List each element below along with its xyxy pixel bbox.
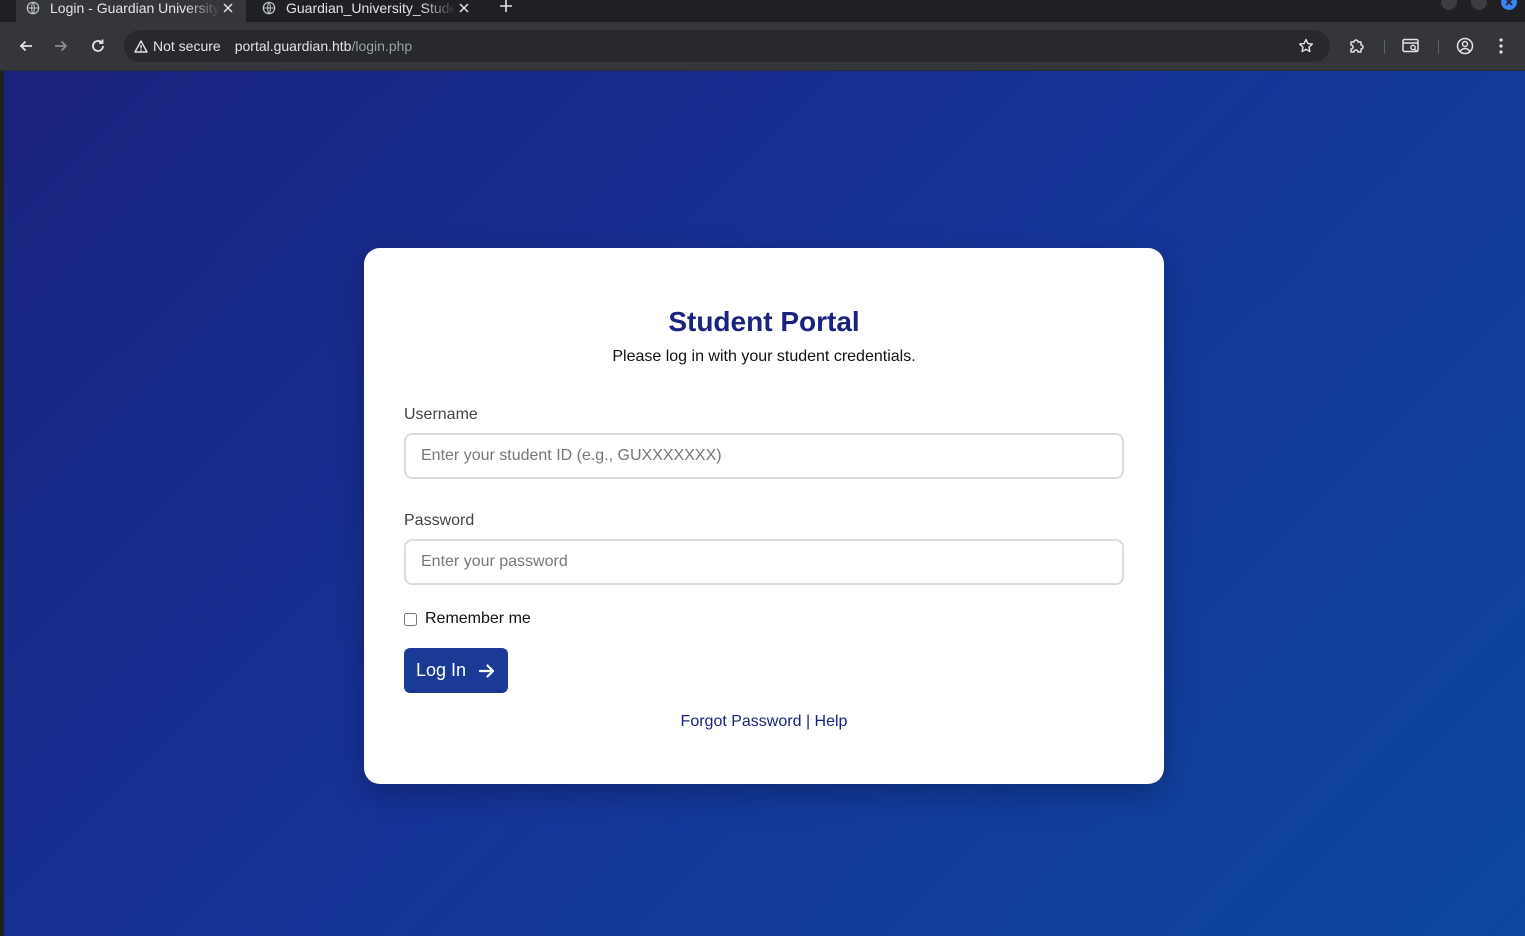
minimize-button[interactable] — [1441, 0, 1457, 10]
url-host: portal.guardian.htb — [234, 38, 352, 54]
window-close-button[interactable] — [1501, 0, 1517, 10]
tab-search-button[interactable] — [1399, 34, 1423, 58]
globe-icon — [262, 1, 276, 15]
arrow-right-icon — [55, 40, 68, 52]
remember-me-row: Remember me — [404, 610, 1124, 628]
tab-strip: Login - Guardian University Guardian_Uni… — [0, 0, 1525, 22]
page-background: Student Portal Please log in with your s… — [4, 71, 1525, 936]
tab-title: Login - Guardian University — [50, 0, 220, 16]
username-label: Username — [404, 406, 478, 423]
globe-icon — [26, 1, 40, 15]
new-tab-button[interactable] — [496, 0, 516, 16]
more-vertical-icon — [1499, 38, 1503, 54]
username-input[interactable] — [404, 433, 1124, 479]
help-link[interactable]: Help — [815, 713, 848, 730]
tab-login[interactable]: Login - Guardian University — [16, 0, 246, 22]
profile-button[interactable] — [1453, 34, 1477, 58]
login-button-label: Log In — [416, 660, 467, 680]
plus-icon — [500, 0, 512, 12]
back-button[interactable] — [14, 34, 38, 58]
tab-student-file[interactable]: Guardian_University_Student — [252, 0, 482, 22]
star-icon — [1299, 38, 1313, 53]
puzzle-icon — [1350, 39, 1364, 53]
remember-me-checkbox[interactable] — [404, 612, 417, 626]
extensions-button[interactable] — [1345, 34, 1369, 58]
reload-button[interactable] — [86, 34, 110, 58]
bookmark-star-button[interactable] — [1294, 34, 1318, 58]
remember-me-label[interactable]: Remember me — [425, 610, 531, 628]
window-controls — [1441, 0, 1517, 10]
reload-icon — [92, 39, 104, 52]
close-icon[interactable] — [220, 0, 236, 16]
toolbar-divider — [1384, 40, 1385, 54]
maximize-button[interactable] — [1471, 0, 1487, 10]
account-circle-icon — [1456, 37, 1474, 55]
close-icon[interactable] — [456, 0, 472, 16]
security-label: Not secure — [153, 38, 221, 54]
password-label: Password — [404, 512, 475, 529]
footer-links: Forgot Password | Help — [404, 713, 1124, 731]
close-icon — [1505, 0, 1513, 6]
arrow-left-icon — [19, 40, 32, 52]
browser-toolbar: Not secure portal.guardian.htb/login.php — [0, 22, 1525, 71]
page-title: Student Portal — [668, 306, 860, 337]
forward-button[interactable] — [49, 34, 73, 58]
url-text[interactable]: portal.guardian.htb/login.php — [235, 38, 412, 54]
link-separator: | — [805, 713, 811, 730]
address-bar[interactable]: Not secure portal.guardian.htb/login.php — [124, 30, 1330, 62]
page-subtitle: Please log in with your student credenti… — [612, 348, 916, 365]
login-button[interactable]: Log In — [404, 648, 509, 693]
password-input[interactable] — [404, 539, 1124, 585]
security-indicator[interactable]: Not secure — [134, 38, 221, 54]
url-path: /login.php — [351, 38, 413, 54]
login-card: Student Portal Please log in with your s… — [364, 248, 1164, 784]
forgot-password-link[interactable]: Forgot Password — [681, 713, 802, 730]
tab-search-icon — [1402, 38, 1419, 53]
menu-button[interactable] — [1489, 34, 1513, 58]
arrow-right-icon — [478, 663, 495, 678]
toolbar-divider — [1438, 40, 1439, 54]
warning-icon — [134, 39, 148, 53]
tab-title: Guardian_University_Student — [286, 0, 456, 16]
